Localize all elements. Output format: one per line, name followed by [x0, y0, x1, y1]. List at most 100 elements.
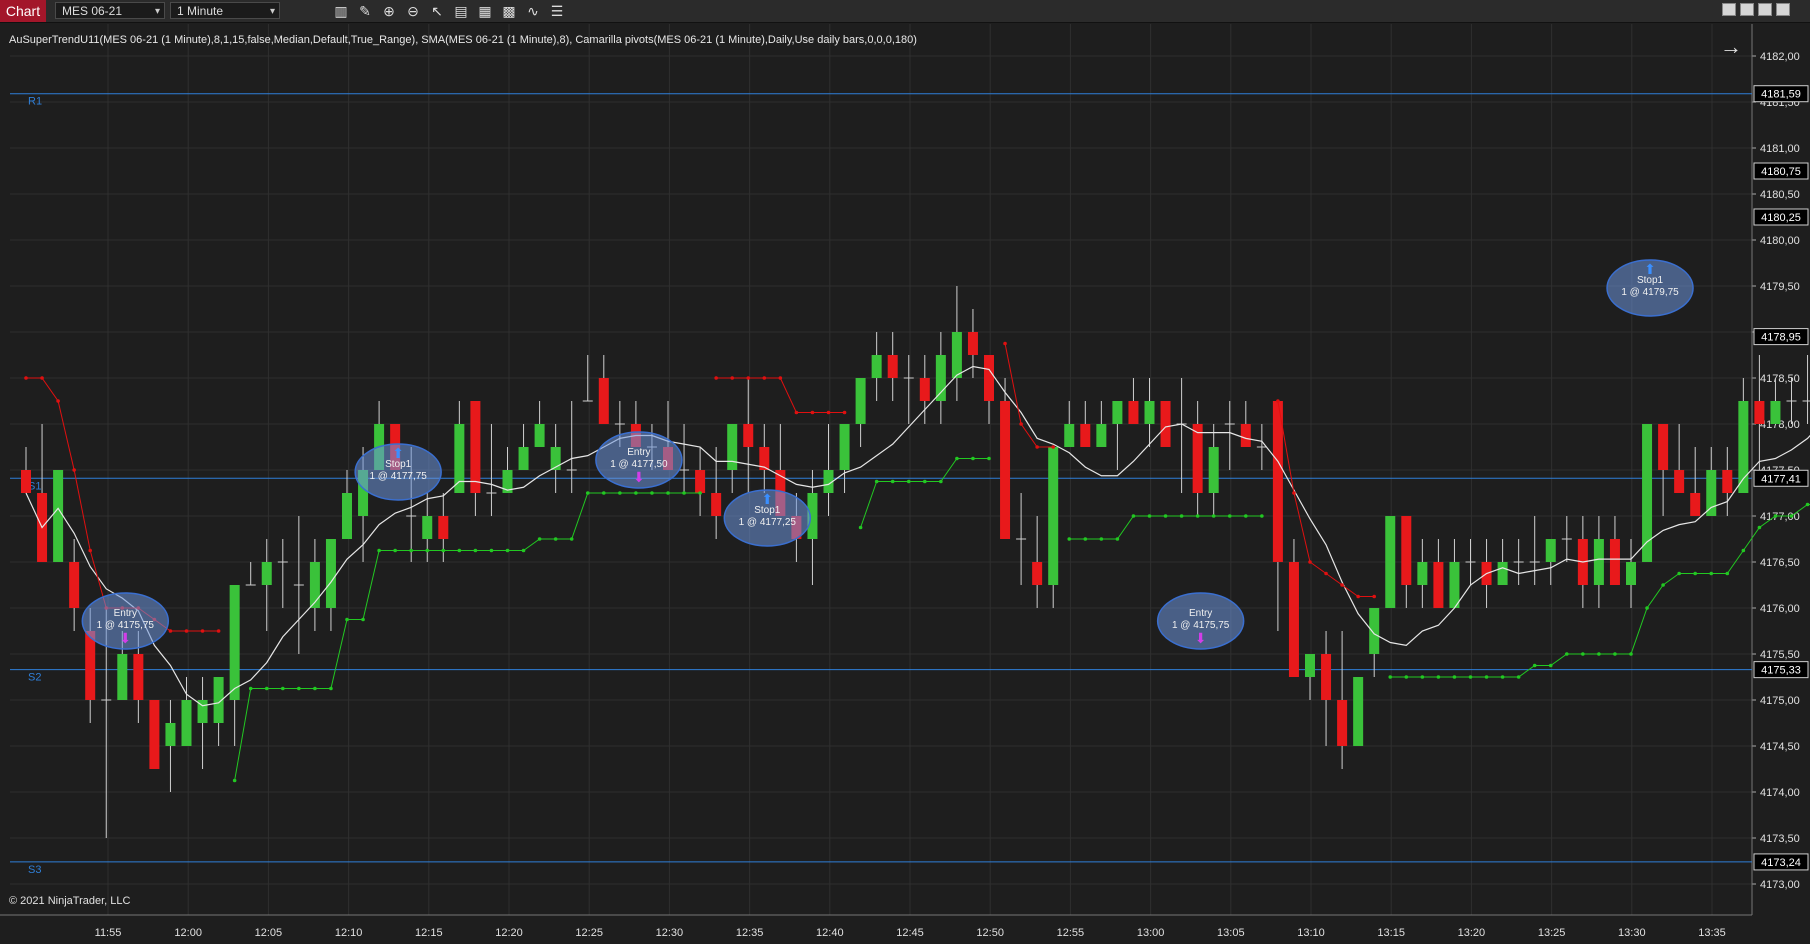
supertrend-up-dot: [955, 456, 959, 461]
candle-down: [1658, 424, 1669, 470]
candle-up: [1064, 424, 1075, 447]
supertrend-up-dot: [1195, 514, 1200, 518]
supertrend-up-dot: [1420, 675, 1425, 679]
supertrend-down-dot: [1308, 560, 1312, 564]
supertrend-up: [1069, 515, 1262, 540]
supertrend-up-dot: [1789, 514, 1794, 518]
x-tick-label: 12:55: [1057, 927, 1085, 939]
x-tick-label: 12:10: [335, 927, 363, 939]
supertrend-up-dot: [1581, 652, 1585, 656]
candle-down: [1192, 424, 1203, 493]
y-tick-label: 4173,00: [1760, 879, 1800, 891]
supertrend-down-dot: [714, 376, 718, 380]
supertrend-up-dot: [698, 491, 702, 495]
supertrend-down-dot: [730, 376, 734, 380]
supertrend-up-dot: [874, 479, 879, 484]
supertrend-up-dot: [618, 491, 622, 495]
y-tick-label: 4179,50: [1760, 281, 1800, 293]
candle-down: [149, 700, 160, 769]
y-tick-label: 4182,00: [1760, 51, 1800, 63]
supertrend-up-dot: [248, 686, 253, 691]
trade-marker-title: Entry: [114, 608, 137, 619]
candle-up: [534, 424, 545, 447]
supertrend-up-dot: [906, 479, 911, 484]
supertrend-down-dot: [794, 410, 799, 415]
x-tick-label: 12:05: [255, 927, 283, 939]
y-tick-label: 4174,00: [1760, 787, 1800, 799]
supertrend-down: [1004, 343, 1054, 448]
candle-down: [1433, 562, 1444, 608]
candle-down: [598, 378, 609, 424]
supertrend-down-dot: [1356, 594, 1360, 599]
candle-down: [85, 631, 96, 700]
supertrend-down-dot: [1340, 583, 1344, 587]
supertrend-up-dot: [1260, 514, 1264, 518]
supertrend-down-dot: [88, 548, 92, 553]
y-tick-label: 4174,50: [1760, 741, 1800, 753]
x-tick-label: 13:05: [1217, 927, 1245, 939]
candle-up: [1593, 539, 1604, 585]
candle-down: [1128, 401, 1139, 424]
supertrend-up-dot: [682, 491, 686, 495]
supertrend-down-dot: [1276, 399, 1280, 403]
supertrend-up-dot: [1147, 514, 1152, 518]
x-tick-label: 12:45: [896, 927, 924, 939]
candle-up: [422, 516, 433, 539]
supertrend-up-dot: [297, 686, 301, 691]
supertrend-up-dot: [890, 479, 895, 484]
supertrend-up-dot: [1693, 571, 1697, 576]
candle-down: [1000, 401, 1011, 539]
candle-up: [1144, 401, 1155, 424]
supertrend-up-dot: [923, 479, 927, 484]
price-flag-label: 4173,24: [1761, 857, 1801, 869]
supertrend-up-dot: [1597, 652, 1601, 656]
supertrend-up-dot: [377, 548, 381, 553]
supertrend-up-dot: [281, 686, 285, 691]
candle-up: [1112, 401, 1123, 424]
supertrend-up-dot: [1244, 514, 1248, 518]
supertrend-up-dot: [585, 491, 590, 495]
supertrend-up-dot: [457, 548, 462, 553]
x-tick-label: 13:20: [1458, 927, 1486, 939]
price-chart[interactable]: 11:55 12:00 12:05 12:10 12:15 12:20 12:25 12:30…: [0, 0, 1810, 944]
supertrend-down-dot: [40, 376, 44, 380]
x-tick-label: 13:15: [1377, 927, 1405, 939]
supertrend-up-dot: [361, 617, 365, 622]
candle-up: [1626, 562, 1636, 585]
candle-up: [1305, 654, 1315, 677]
x-tick-label: 12:15: [415, 927, 443, 939]
supertrend-up-dot: [1211, 514, 1216, 518]
supertrend-up-dot: [264, 686, 269, 691]
candle-up: [871, 355, 882, 378]
trade-marker-detail: 1 @ 4179,75: [1621, 287, 1679, 298]
candle-down: [1272, 401, 1283, 562]
x-tick-label: 12:00: [174, 927, 202, 939]
candle-up: [727, 424, 738, 470]
y-tick-label: 4175,00: [1760, 695, 1800, 707]
y-tick-label: 4173,50: [1760, 833, 1800, 845]
candle-down: [711, 493, 722, 516]
supertrend-up-dot: [1179, 514, 1184, 518]
arrow-up-icon: ⬆: [761, 491, 773, 507]
y-tick-label: 4177,00: [1760, 511, 1800, 523]
candle-down: [1722, 470, 1733, 493]
trade-marker-title: Entry: [1189, 608, 1212, 619]
supertrend-up-dot: [939, 479, 943, 484]
supertrend-down-dot: [746, 376, 751, 380]
candle-up: [1417, 562, 1428, 585]
pivot-label-s3: S3: [28, 864, 41, 876]
y-tick-label: 4176,00: [1760, 603, 1800, 615]
supertrend-up-dot: [313, 686, 317, 691]
candle-up: [181, 700, 192, 746]
candle-down: [1754, 401, 1765, 424]
supertrend-up-dot: [1645, 606, 1649, 610]
candle-down: [1032, 562, 1043, 585]
supertrend-up-dot: [650, 491, 654, 495]
supertrend-up-dot: [441, 548, 446, 553]
supertrend-up-dot: [1163, 514, 1168, 518]
candle-up: [261, 562, 272, 585]
arrow-right-icon[interactable]: →: [1720, 36, 1742, 58]
supertrend-up-dot: [1532, 663, 1537, 668]
y-tick-label: 4176,50: [1760, 557, 1800, 569]
supertrend-up-dot: [1404, 675, 1409, 679]
